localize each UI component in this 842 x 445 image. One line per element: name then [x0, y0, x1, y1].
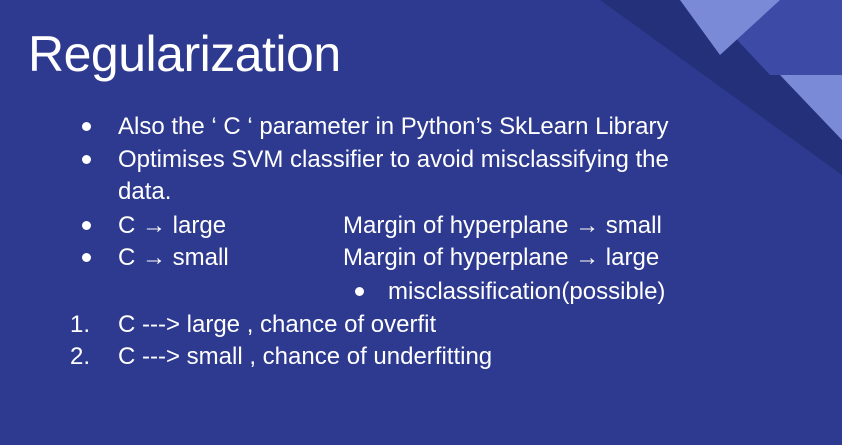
bullet-dot [82, 253, 91, 262]
bullet-dot [82, 221, 91, 230]
bullet-left-text: C → large [118, 212, 227, 239]
numbered-marker: 2. [70, 343, 91, 370]
bullet-right-text: Margin of hyperplane → small [343, 212, 662, 239]
numbered-text: C ---> large , chance of overfit [118, 311, 437, 338]
numbered-marker: 1. [70, 311, 91, 338]
bullet-left-text: C → small [118, 244, 229, 271]
sub-bullet-text: misclassification(possible) [388, 278, 666, 305]
bullet-right-text: Margin of hyperplane → large [343, 244, 660, 271]
sub-bullet-dot [355, 287, 364, 296]
bullet-dot [82, 155, 91, 164]
bullet-dot [82, 122, 91, 131]
slide-title: Regularization [28, 26, 341, 82]
bullet-text: Also the ‘ C ‘ parameter in Python’s SkL… [118, 113, 669, 140]
bullet-text-continuation: data. [118, 178, 172, 205]
slide: Regularization Also the ‘ C ‘ parameter … [0, 0, 842, 445]
numbered-text: C ---> small , chance of underfitting [118, 343, 493, 370]
bullet-text: Optimises SVM classifier to avoid miscla… [118, 146, 669, 173]
